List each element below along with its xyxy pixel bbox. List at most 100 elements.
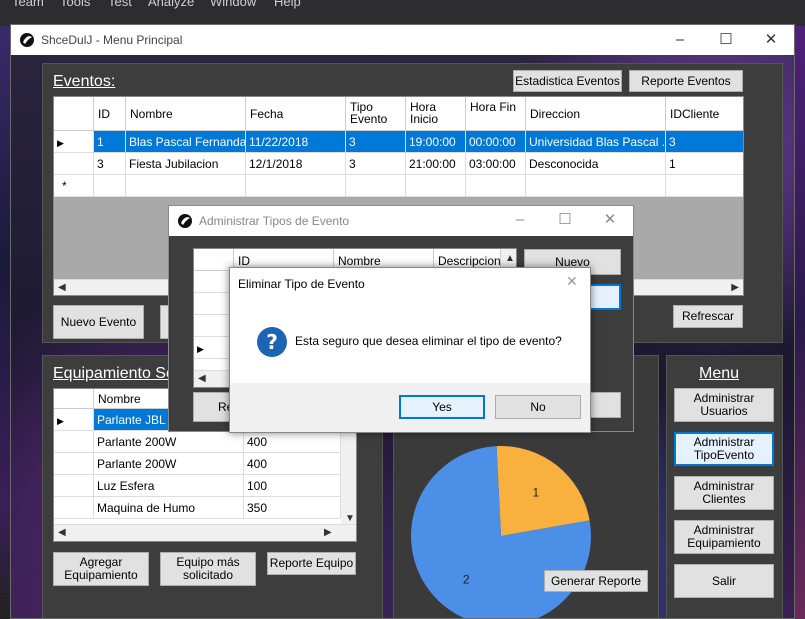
refrescar-button[interactable]: Refrescar bbox=[673, 305, 743, 328]
row-header-2[interactable] bbox=[54, 153, 94, 175]
col-header-hora-fin[interactable]: Hora Fin bbox=[466, 97, 526, 131]
col-header-tipo-evento[interactable]: Tipo Evento bbox=[346, 97, 406, 131]
table-cell[interactable]: 3 bbox=[94, 153, 126, 175]
equipamiento-horizontal-scrollbar[interactable]: ◀ ▶ bbox=[54, 524, 356, 541]
administrar-equipamiento-button[interactable]: Administrar Equipamiento bbox=[674, 520, 774, 554]
confirm-dialog-title: Eliminar Tipo de Evento bbox=[238, 277, 365, 291]
table-cell[interactable] bbox=[94, 175, 126, 197]
table-cell[interactable]: Luz Esfera bbox=[94, 475, 244, 497]
table-cell[interactable]: 1 bbox=[94, 131, 126, 153]
desktop-background-right bbox=[795, 26, 805, 619]
tipos-action-button[interactable] bbox=[589, 392, 621, 418]
nuevo-evento-button[interactable]: Nuevo Evento bbox=[53, 305, 144, 339]
ide-menu-window[interactable]: Window bbox=[210, 0, 256, 9]
main-titlebar: ShceDulJ - Menu Principal – ☐ ✕ bbox=[11, 25, 794, 55]
col-header-id[interactable]: ID bbox=[94, 97, 126, 131]
administrar-tipoevento-button[interactable]: Administrar TipoEvento bbox=[674, 432, 774, 466]
table-cell[interactable]: 100 bbox=[244, 475, 341, 497]
maximize-icon[interactable]: ☐ bbox=[715, 29, 737, 51]
row-header[interactable] bbox=[194, 315, 234, 337]
table-cell[interactable]: 12/1/2018 bbox=[246, 153, 346, 175]
table-cell[interactable] bbox=[406, 175, 466, 197]
table-cell[interactable]: Parlante 200W bbox=[94, 431, 244, 453]
table-cell[interactable]: 400 bbox=[244, 453, 341, 475]
agregar-equipamiento-button[interactable]: Agregar Equipamiento bbox=[53, 552, 149, 586]
close-icon[interactable]: ✕ bbox=[566, 273, 578, 290]
no-button[interactable]: No bbox=[495, 395, 581, 419]
table-cell[interactable]: 350 bbox=[244, 497, 341, 519]
col-header-hora-inicio[interactable]: Hora Inicio bbox=[406, 97, 466, 131]
pie-label-2: 2 bbox=[463, 573, 470, 587]
question-icon: ? bbox=[257, 327, 287, 357]
row-header[interactable] bbox=[194, 293, 234, 315]
new-row-marker[interactable]: * bbox=[54, 175, 94, 197]
reporte-equipo-button[interactable]: Reporte Equipo bbox=[267, 552, 356, 575]
close-icon[interactable]: ✕ bbox=[599, 209, 621, 231]
equipamiento-title: Equipamiento So bbox=[53, 365, 175, 382]
tipos-re-button[interactable]: Re bbox=[193, 392, 233, 422]
row-header[interactable] bbox=[54, 475, 94, 497]
scroll-right-icon[interactable]: ▶ bbox=[731, 282, 739, 293]
table-cell[interactable] bbox=[126, 175, 246, 197]
ide-menu-test[interactable]: Test bbox=[108, 0, 132, 9]
table-cell[interactable]: 21:00:00 bbox=[406, 153, 466, 175]
row-header[interactable] bbox=[54, 431, 94, 453]
administrar-clientes-button[interactable]: Administrar Clientes bbox=[674, 476, 774, 510]
table-cell[interactable]: 3 bbox=[346, 131, 406, 153]
yes-button[interactable]: Yes bbox=[399, 395, 485, 419]
generar-reporte-button[interactable]: Generar Reporte bbox=[544, 570, 648, 592]
minimize-icon[interactable]: – bbox=[509, 209, 531, 231]
tipos-dialog-titlebar: Administrar Tipos de Evento – ☐ ✕ bbox=[169, 206, 633, 236]
table-cell[interactable]: Maquina de Humo bbox=[94, 497, 244, 519]
estadistica-eventos-button[interactable]: Estadistica Eventos bbox=[513, 70, 622, 92]
ide-menu-help[interactable]: Help bbox=[274, 0, 301, 9]
ide-menu-team[interactable]: Team bbox=[12, 0, 44, 9]
table-cell[interactable]: 1 bbox=[666, 153, 743, 175]
table-cell[interactable]: 3 bbox=[666, 131, 743, 153]
scroll-left-icon[interactable]: ◀ bbox=[198, 373, 206, 384]
table-cell[interactable]: Desconocida bbox=[526, 153, 666, 175]
table-cell[interactable]: 00:00:00 bbox=[466, 131, 526, 153]
scroll-up-icon[interactable]: ▲ bbox=[505, 253, 515, 264]
table-cell[interactable] bbox=[526, 175, 666, 197]
reporte-eventos-button[interactable]: Reporte Eventos bbox=[629, 70, 743, 92]
table-cell[interactable] bbox=[246, 175, 346, 197]
table-cell[interactable]: 19:00:00 bbox=[406, 131, 466, 153]
scroll-right-icon[interactable]: ▶ bbox=[324, 527, 332, 538]
col-header-idcliente[interactable]: IDCliente bbox=[666, 97, 743, 131]
row-header-1[interactable]: ▶ bbox=[54, 409, 94, 431]
col-header-nombre[interactable]: Nombre bbox=[126, 97, 246, 131]
administrar-usuarios-button[interactable]: Administrar Usuarios bbox=[674, 388, 774, 422]
table-cell[interactable] bbox=[466, 175, 526, 197]
ide-menu-analyze[interactable]: Analyze bbox=[148, 0, 194, 9]
table-cell[interactable] bbox=[346, 175, 406, 197]
scroll-down-icon[interactable]: ▼ bbox=[345, 513, 355, 524]
row-header[interactable] bbox=[54, 497, 94, 519]
row-header[interactable]: ▶ bbox=[194, 337, 234, 359]
table-cell[interactable]: 11/22/2018 bbox=[246, 131, 346, 153]
row-header-1[interactable]: ▶ bbox=[54, 131, 94, 153]
pie-label-1: 1 bbox=[532, 485, 539, 499]
table-cell[interactable]: 03:00:00 bbox=[466, 153, 526, 175]
maximize-icon[interactable]: ☐ bbox=[554, 209, 576, 231]
row-header[interactable] bbox=[194, 271, 234, 293]
minimize-icon[interactable]: – bbox=[669, 29, 691, 51]
col-header-fecha[interactable]: Fecha bbox=[246, 97, 346, 131]
table-cell[interactable]: 400 bbox=[244, 431, 341, 453]
menu-panel: Menu Administrar Usuarios Administrar Ti… bbox=[666, 355, 783, 618]
table-cell[interactable]: Fiesta Jubilacion bbox=[126, 153, 246, 175]
close-icon[interactable]: ✕ bbox=[760, 29, 782, 51]
scroll-left-icon[interactable]: ◀ bbox=[58, 282, 66, 293]
salir-button[interactable]: Salir bbox=[674, 564, 774, 598]
table-cell[interactable] bbox=[666, 175, 743, 197]
table-cell[interactable]: Parlante 200W bbox=[94, 453, 244, 475]
scroll-left-icon[interactable]: ◀ bbox=[58, 527, 66, 538]
col-header-direccion[interactable]: Direccion bbox=[526, 97, 666, 131]
ide-menu-tools[interactable]: Tools bbox=[60, 0, 90, 9]
table-cell[interactable]: Blas Pascal Fernanda bbox=[126, 131, 246, 153]
row-header[interactable] bbox=[54, 453, 94, 475]
grid-corner bbox=[54, 389, 94, 409]
equipo-mas-solicitado-button[interactable]: Equipo más solicitado bbox=[160, 552, 256, 586]
table-cell[interactable]: 3 bbox=[346, 153, 406, 175]
table-cell[interactable]: Universidad Blas Pascal ... bbox=[526, 131, 666, 153]
